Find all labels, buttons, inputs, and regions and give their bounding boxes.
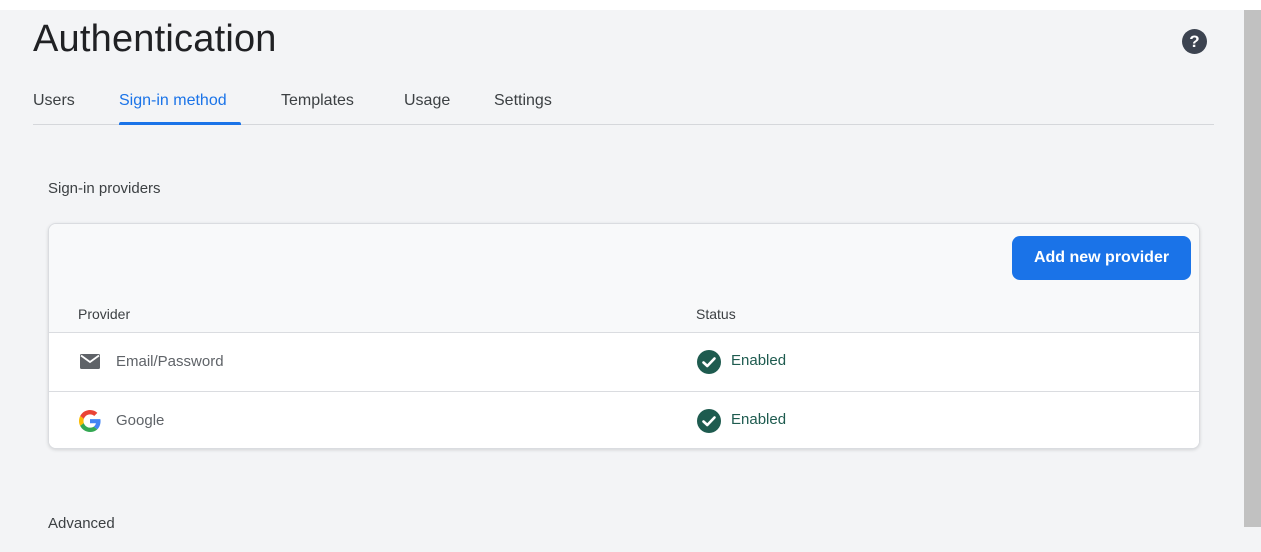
status-text: Enabled <box>731 352 787 369</box>
help-icon[interactable]: ? <box>1182 29 1207 54</box>
tab-users[interactable]: Users <box>33 92 75 125</box>
tab-usage[interactable]: Usage <box>404 92 450 125</box>
tab-sign-in-method[interactable]: Sign-in method <box>119 92 227 125</box>
section-title-advanced: Advanced <box>48 515 115 532</box>
active-tab-indicator <box>119 122 241 125</box>
authentication-page: Authentication ? Users Sign-in method Te… <box>0 0 1261 552</box>
google-icon <box>79 410 101 432</box>
check-circle-icon <box>697 409 721 433</box>
column-header-provider: Provider <box>78 306 131 322</box>
page-title: Authentication <box>33 18 277 60</box>
provider-row-google[interactable]: Google Enabled <box>49 391 1199 448</box>
column-header-status: Status <box>696 306 736 322</box>
provider-row-email[interactable]: Email/Password Enabled <box>49 332 1199 391</box>
section-title-sign-in-providers: Sign-in providers <box>48 180 161 197</box>
mail-icon <box>79 351 101 373</box>
provider-name: Google <box>116 412 165 429</box>
provider-name: Email/Password <box>116 353 224 370</box>
tab-templates[interactable]: Templates <box>281 92 354 125</box>
add-new-provider-button[interactable]: Add new provider <box>1012 236 1191 280</box>
status-text: Enabled <box>731 411 787 428</box>
providers-card: Add new provider Provider Status Email/P… <box>48 223 1200 449</box>
tab-settings[interactable]: Settings <box>494 92 552 125</box>
check-circle-icon <box>697 350 721 374</box>
tab-bar: Users Sign-in method Templates Usage Set… <box>33 80 1214 125</box>
scrollbar-thumb[interactable] <box>1244 10 1261 527</box>
top-strip <box>0 0 1261 10</box>
